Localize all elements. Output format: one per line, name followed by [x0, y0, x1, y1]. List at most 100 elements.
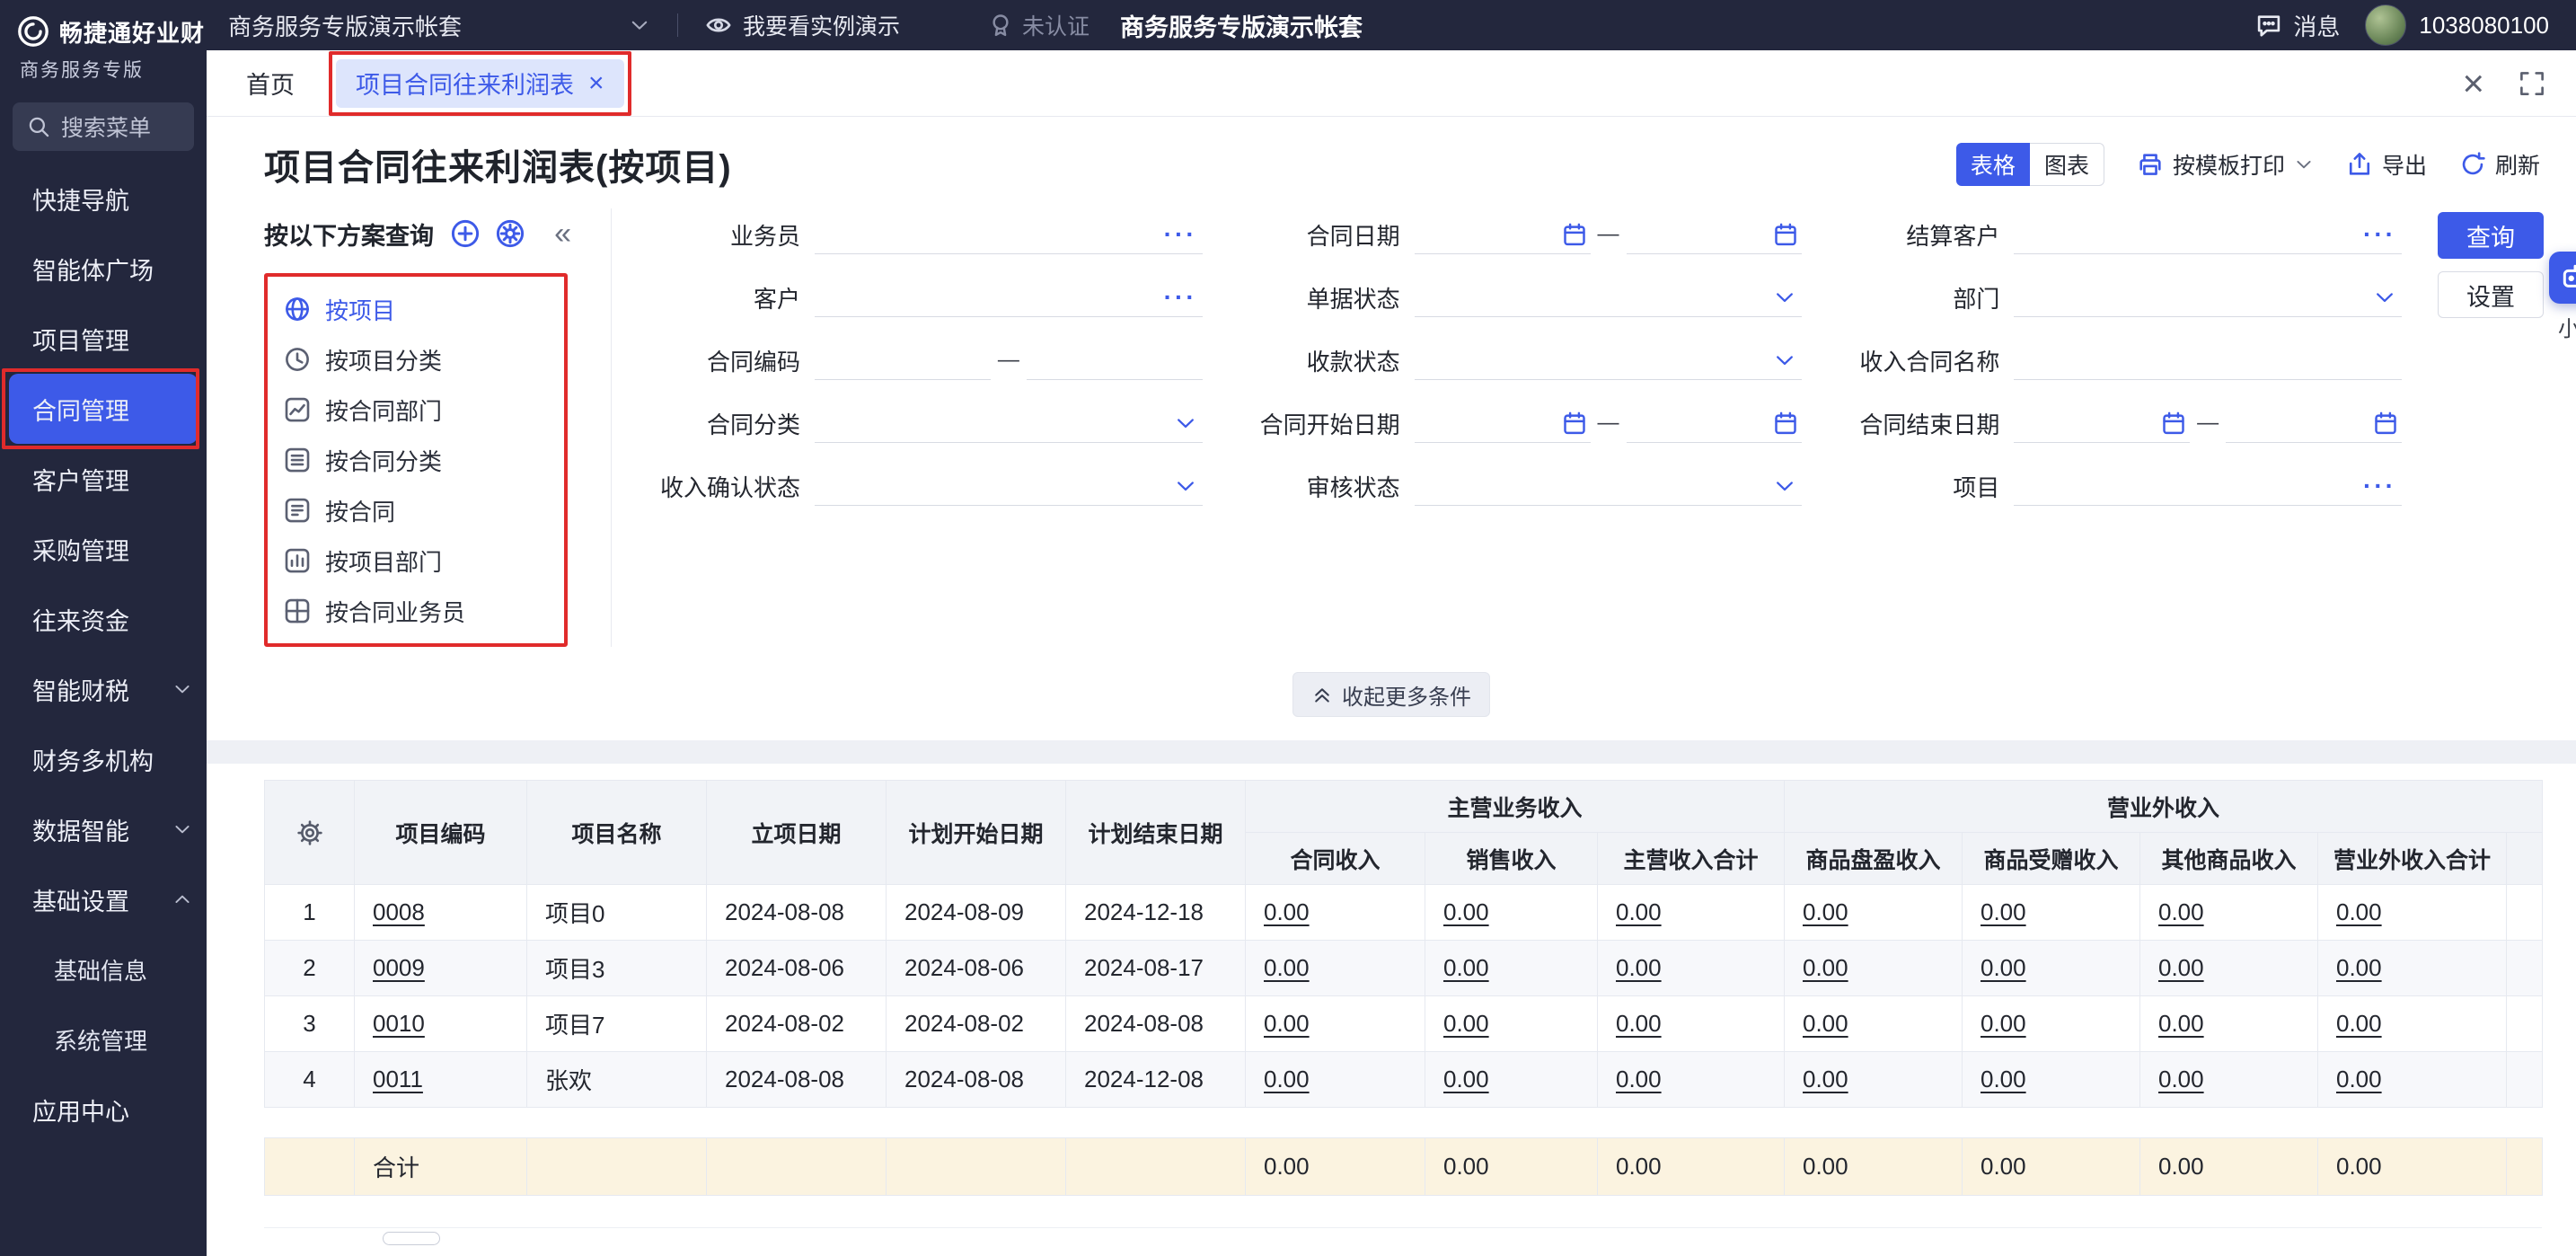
- contract-code-start-input[interactable]: [815, 341, 991, 380]
- sidebar-item-basic-info[interactable]: 基础信息: [0, 934, 207, 1004]
- contract-date-start-input[interactable]: [1415, 215, 1591, 254]
- calendar-icon[interactable]: [1562, 222, 1587, 247]
- amount-link[interactable]: 0.00: [1981, 954, 2026, 981]
- ellipsis-picker-icon[interactable]: [1164, 285, 1197, 310]
- demo-link[interactable]: 我要看实例演示: [705, 9, 900, 41]
- amount-link[interactable]: 0.00: [1981, 1066, 2026, 1092]
- export-button[interactable]: 导出: [2346, 148, 2427, 181]
- audit-status-select[interactable]: [1415, 466, 1803, 506]
- amount-link[interactable]: 0.00: [1264, 1066, 1310, 1092]
- cert-status[interactable]: 未认证: [988, 9, 1090, 41]
- sidebar-item-system-mgmt[interactable]: 系统管理: [0, 1004, 207, 1075]
- sidebar-item-contract-mgmt[interactable]: 合同管理: [9, 374, 198, 444]
- sidebar-search[interactable]: 搜索菜单: [13, 102, 194, 151]
- amount-link[interactable]: 0.00: [1616, 954, 1662, 981]
- contract-end-date-end-input[interactable]: [2226, 403, 2402, 443]
- calendar-icon[interactable]: [1773, 411, 1798, 436]
- salesman-picker-input[interactable]: [815, 215, 1203, 254]
- messages-button[interactable]: 消息: [2255, 9, 2340, 42]
- amount-link[interactable]: 0.00: [1443, 898, 1489, 925]
- floating-assistant[interactable]: 小: [2544, 252, 2576, 368]
- sidebar-item-funds[interactable]: 往来资金: [0, 584, 207, 654]
- project-code-link[interactable]: 0011: [373, 1066, 423, 1092]
- project-code-link[interactable]: 0010: [373, 1010, 425, 1037]
- calendar-icon[interactable]: [1773, 222, 1798, 247]
- sidebar-item-basic-settings[interactable]: 基础设置: [0, 864, 207, 934]
- amount-link[interactable]: 0.00: [1616, 898, 1662, 925]
- sidebar-item-purchase-mgmt[interactable]: 采购管理: [0, 514, 207, 584]
- tab-home[interactable]: 首页: [246, 66, 295, 101]
- sidebar-item-quick-nav[interactable]: 快捷导航: [0, 164, 207, 234]
- tab-close-icon[interactable]: [588, 70, 604, 97]
- contract-code-end-input[interactable]: [1027, 341, 1203, 380]
- project-picker-input[interactable]: [2014, 466, 2402, 506]
- amount-link[interactable]: 0.00: [1443, 954, 1489, 981]
- amount-link[interactable]: 0.00: [1264, 1010, 1310, 1037]
- amount-link[interactable]: 0.00: [1443, 1010, 1489, 1037]
- amount-link[interactable]: 0.00: [1803, 1066, 1848, 1092]
- receipt-status-select[interactable]: [1415, 341, 1803, 380]
- refresh-button[interactable]: 刷新: [2459, 148, 2540, 181]
- sidebar-item-app-center[interactable]: 应用中心: [0, 1075, 207, 1145]
- doc-status-select[interactable]: [1415, 278, 1803, 317]
- amount-link[interactable]: 0.00: [2158, 898, 2204, 925]
- contract-start-date-start-input[interactable]: [1415, 403, 1591, 443]
- customer-picker-input[interactable]: [815, 278, 1203, 317]
- amount-link[interactable]: 0.00: [1616, 1010, 1662, 1037]
- amount-link[interactable]: 0.00: [2336, 954, 2382, 981]
- scheme-item-by-project[interactable]: 按项目: [268, 284, 564, 334]
- amount-link[interactable]: 0.00: [1981, 898, 2026, 925]
- sidebar-item-customer-mgmt[interactable]: 客户管理: [0, 444, 207, 514]
- amount-link[interactable]: 0.00: [2158, 1010, 2204, 1037]
- amount-link[interactable]: 0.00: [2336, 1010, 2382, 1037]
- scheme-item-by-project-dept[interactable]: 按项目部门: [268, 535, 564, 586]
- ellipsis-picker-icon[interactable]: [2363, 222, 2396, 247]
- project-code-link[interactable]: 0009: [373, 954, 425, 981]
- project-code-link[interactable]: 0008: [373, 898, 425, 925]
- sidebar-item-project-mgmt[interactable]: 项目管理: [0, 304, 207, 374]
- amount-link[interactable]: 0.00: [2336, 898, 2382, 925]
- amount-link[interactable]: 0.00: [1616, 1066, 1662, 1092]
- tab-contract-profit-report[interactable]: 项目合同往来利润表: [336, 59, 624, 108]
- calendar-icon[interactable]: [2161, 411, 2186, 436]
- ellipsis-picker-icon[interactable]: [1164, 222, 1197, 247]
- calendar-icon[interactable]: [1562, 411, 1587, 436]
- amount-link[interactable]: 0.00: [1803, 1010, 1848, 1037]
- chevron-down-icon[interactable]: [2294, 155, 2314, 174]
- amount-link[interactable]: 0.00: [1803, 954, 1848, 981]
- scheme-settings-icon[interactable]: [495, 218, 525, 249]
- view-toggle-chart[interactable]: 图表: [2030, 143, 2104, 186]
- amount-link[interactable]: 0.00: [2336, 1066, 2382, 1092]
- contract-date-end-input[interactable]: [1627, 215, 1803, 254]
- sidebar-item-agent-plaza[interactable]: 智能体广场: [0, 234, 207, 304]
- amount-link[interactable]: 0.00: [2158, 954, 2204, 981]
- query-button[interactable]: 查询: [2438, 212, 2544, 259]
- account-set-selector[interactable]: 商务服务专版演示帐套: [228, 9, 650, 42]
- income-contract-name-input[interactable]: [2014, 341, 2402, 380]
- amount-link[interactable]: 0.00: [1803, 898, 1848, 925]
- close-all-tabs-icon[interactable]: [2462, 65, 2484, 102]
- scheme-item-by-contract[interactable]: 按合同: [268, 485, 564, 535]
- contract-end-date-start-input[interactable]: [2014, 403, 2190, 443]
- avatar[interactable]: [2365, 4, 2406, 46]
- sidebar-item-smart-tax[interactable]: 智能财税: [0, 654, 207, 724]
- scheme-item-by-project-category[interactable]: 按项目分类: [268, 334, 564, 385]
- settlement-customer-picker-input[interactable]: [2014, 215, 2402, 254]
- scheme-item-by-contract-salesman[interactable]: 按合同业务员: [268, 586, 564, 636]
- calendar-icon[interactable]: [2373, 411, 2398, 436]
- scheme-item-by-contract-dept[interactable]: 按合同部门: [268, 385, 564, 435]
- horizontal-scrollbar-thumb[interactable]: [383, 1232, 440, 1245]
- print-by-template-button[interactable]: 按模板打印: [2137, 148, 2314, 181]
- sidebar-item-data-intelligence[interactable]: 数据智能: [0, 794, 207, 864]
- view-toggle-table[interactable]: 表格: [1956, 143, 2030, 186]
- amount-link[interactable]: 0.00: [2158, 1066, 2204, 1092]
- sidebar-item-finance-multi-org[interactable]: 财务多机构: [0, 724, 207, 794]
- contract-category-select[interactable]: [815, 403, 1203, 443]
- amount-link[interactable]: 0.00: [1264, 898, 1310, 925]
- contract-start-date-end-input[interactable]: [1627, 403, 1803, 443]
- collapse-panel-icon[interactable]: [554, 218, 571, 249]
- table-settings-gear-icon[interactable]: [296, 819, 323, 846]
- amount-link[interactable]: 0.00: [1264, 954, 1310, 981]
- ellipsis-picker-icon[interactable]: [2363, 473, 2396, 499]
- scheme-item-by-contract-category[interactable]: 按合同分类: [268, 435, 564, 485]
